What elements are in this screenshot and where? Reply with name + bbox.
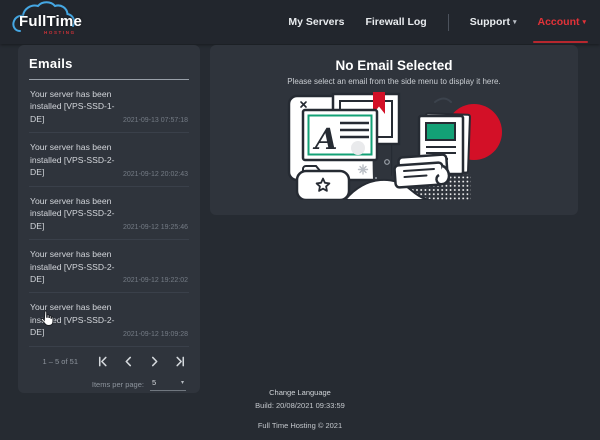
- email-subject-line: Your server has been: [30, 195, 120, 207]
- top-navigation-bar: FullTime HOSTING My Servers Firewall Log…: [0, 0, 600, 44]
- email-subject-line: installed [VPS-SSD-2-: [30, 261, 120, 273]
- squiggle-decoration: [435, 99, 451, 103]
- email-list-item[interactable]: Your server has been installed [VPS-SSD-…: [29, 187, 189, 240]
- email-list-item[interactable]: Your server has been installed [VPS-SSD-…: [29, 133, 189, 186]
- empty-state-subtitle: Please select an email from the side men…: [210, 77, 578, 86]
- email-subject: Your server has been installed [VPS-SSD-…: [30, 141, 120, 178]
- email-subject-line: installed [VPS-SSD-2-: [30, 314, 120, 326]
- copyright: Full Time Hosting © 2021: [0, 421, 600, 430]
- sidebar-title: Emails: [29, 56, 189, 71]
- brand-name: FullTime: [19, 13, 82, 30]
- paper-stack-shape: [394, 154, 449, 187]
- active-nav-underline: [533, 41, 588, 43]
- email-timestamp: 2021-09-12 19:22:02: [123, 277, 188, 285]
- pagination: 1 – 5 of 51: [29, 347, 189, 368]
- email-timestamp: 2021-09-13 07:57:18: [123, 117, 188, 125]
- email-subject-line: Your server has been: [30, 248, 120, 260]
- sparkle-decoration: [359, 165, 368, 174]
- email-subject-line: installed [VPS-SSD-2-: [30, 207, 120, 219]
- email-timestamp: 2021-09-12 19:09:28: [123, 331, 188, 339]
- items-per-page-value: 5: [152, 378, 156, 387]
- nav-firewall-log[interactable]: Firewall Log: [365, 16, 426, 28]
- letter-card-shape: A: [303, 110, 377, 160]
- empty-state-illustration: A: [277, 92, 511, 200]
- main-nav: My Servers Firewall Log Support▾ Account…: [288, 14, 586, 31]
- email-subject-line: Your server has been: [30, 301, 120, 313]
- email-list-item[interactable]: Your server has been installed [VPS-SSD-…: [29, 80, 189, 133]
- email-list-item[interactable]: Your server has been installed [VPS-SSD-…: [29, 240, 189, 293]
- email-subject-line: DE]: [30, 273, 120, 285]
- email-list-item[interactable]: Your server has been installed [VPS-SSD-…: [29, 293, 189, 346]
- nav-account[interactable]: Account▾: [537, 16, 586, 28]
- email-subject: Your server has been installed [VPS-SSD-…: [30, 301, 120, 338]
- prev-page-icon[interactable]: [122, 356, 134, 368]
- folder-star-shape: [297, 166, 349, 200]
- nav-support-label: Support: [470, 16, 510, 28]
- email-timestamp: 2021-09-12 20:02:43: [123, 171, 188, 179]
- empty-state-title: No Email Selected: [210, 58, 578, 73]
- brand-logo[interactable]: FullTime HOSTING: [10, 0, 88, 44]
- email-subject-line: installed [VPS-SSD-2-: [30, 154, 120, 166]
- nav-my-servers[interactable]: My Servers: [288, 16, 344, 28]
- last-page-icon[interactable]: [174, 356, 186, 368]
- change-language-link[interactable]: Change Language: [0, 388, 600, 397]
- email-subject-line: Your server has been: [30, 141, 120, 153]
- email-subject-line: DE]: [30, 113, 120, 125]
- email-subject: Your server has been installed [VPS-SSD-…: [30, 248, 120, 285]
- brand-tagline: HOSTING: [44, 30, 76, 35]
- email-subject: Your server has been installed [VPS-SSD-…: [30, 195, 120, 232]
- chevron-down-icon: ▾: [513, 19, 517, 26]
- page-footer: Change Language Build: 20/08/2021 09:33:…: [0, 388, 600, 430]
- first-page-icon[interactable]: [96, 356, 108, 368]
- email-sidebar: Emails Your server has been installed [V…: [18, 45, 200, 393]
- email-subject-line: DE]: [30, 166, 120, 178]
- email-subject: Your server has been installed [VPS-SSD-…: [30, 88, 120, 125]
- email-subject-line: installed [VPS-SSD-1-: [30, 100, 120, 112]
- svg-text:A: A: [312, 122, 338, 156]
- email-subject-line: DE]: [30, 326, 120, 338]
- email-subject-line: Your server has been: [30, 88, 120, 100]
- nav-account-label: Account: [537, 16, 579, 28]
- email-timestamp: 2021-09-12 19:25:46: [123, 224, 188, 232]
- next-page-icon[interactable]: [148, 356, 160, 368]
- nav-divider: [448, 14, 449, 31]
- pagination-range-label: 1 – 5 of 51: [43, 357, 78, 366]
- nav-support[interactable]: Support▾: [470, 16, 517, 28]
- caret-down-icon: ▾: [181, 379, 184, 386]
- email-detail-panel: No Email Selected Please select an email…: [210, 45, 578, 215]
- build-info: Build: 20/08/2021 09:33:59: [0, 401, 600, 410]
- chevron-down-icon: ▾: [582, 19, 586, 26]
- email-subject-line: DE]: [30, 220, 120, 232]
- app-root: FullTime HOSTING My Servers Firewall Log…: [0, 0, 600, 440]
